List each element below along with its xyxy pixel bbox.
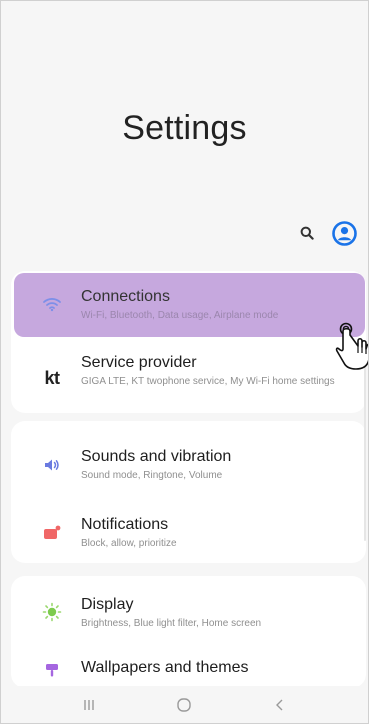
menu-item-connections[interactable]: Connections Wi-Fi, Bluetooth, Data usage… [11, 273, 366, 337]
item-subtitle: Wi-Fi, Bluetooth, Data usage, Airplane m… [81, 310, 279, 321]
wallpapers-texts: Wallpapers and themes [81, 658, 354, 678]
back-button[interactable] [260, 690, 300, 720]
notification-icon [41, 522, 63, 544]
item-title: Service provider [81, 354, 197, 371]
recents-button[interactable] [69, 690, 109, 720]
recents-icon [84, 699, 94, 710]
menu-item-wallpapers[interactable]: Wallpapers and themes [11, 653, 366, 688]
display-texts: Display Brightness, Blue light filter, H… [81, 595, 354, 630]
search-button[interactable] [296, 222, 318, 244]
account-icon [331, 220, 357, 246]
sun-icon [41, 601, 63, 623]
menu-item-service-provider[interactable]: kt Service provider GIGA LTE, KT twophon… [11, 341, 366, 411]
notifications-texts: Notifications Block, allow, prioritize [81, 515, 354, 550]
menu-item-notifications[interactable]: Notifications Block, allow, prioritize [11, 507, 366, 563]
item-title: Connections [81, 288, 170, 305]
back-icon [276, 699, 283, 710]
item-subtitle: Sound mode, Ringtone, Volume [81, 470, 223, 481]
sounds-texts: Sounds and vibration Sound mode, Rington… [81, 447, 354, 482]
item-subtitle: GIGA LTE, KT twophone service, My Wi-Fi … [81, 376, 335, 387]
item-title: Notifications [81, 516, 169, 533]
menu-item-display[interactable]: Display Brightness, Blue light filter, H… [11, 589, 366, 645]
item-title: Wallpapers and themes [81, 659, 249, 676]
navigation-bar [1, 686, 368, 723]
item-title: Display [81, 596, 134, 613]
top-actions [296, 220, 357, 246]
account-button[interactable] [331, 220, 357, 246]
speaker-icon [41, 454, 63, 476]
home-icon [177, 697, 192, 712]
page-title: Settings [122, 109, 247, 147]
item-subtitle: Block, allow, prioritize [81, 538, 177, 549]
item-subtitle: Brightness, Blue light filter, Home scre… [81, 618, 262, 629]
search-icon [300, 226, 314, 240]
menu-item-sounds[interactable]: Sounds and vibration Sound mode, Rington… [11, 439, 366, 499]
kt-logo: kt [44, 367, 60, 388]
paintbrush-icon [41, 659, 63, 681]
connections-texts: Connections Wi-Fi, Bluetooth, Data usage… [81, 287, 354, 322]
title-area: Settings [1, 1, 368, 216]
service-provider-texts: Service provider GIGA LTE, KT twophone s… [81, 353, 354, 388]
wifi-icon [41, 293, 63, 315]
item-title: Sounds and vibration [81, 448, 232, 465]
home-button[interactable] [164, 690, 204, 720]
settings-screen: Settings Connections Wi-Fi, Bluetooth, D… [0, 0, 369, 724]
touch-hand-icon [335, 322, 368, 370]
